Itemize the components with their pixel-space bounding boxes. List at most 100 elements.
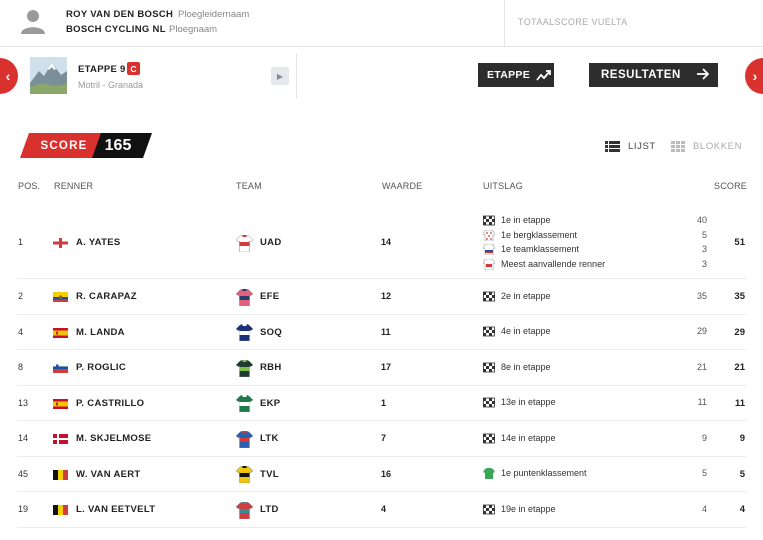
rider-value: 12 xyxy=(381,291,392,301)
rider-name[interactable]: L. VAN EETVELT xyxy=(76,504,155,515)
manager-header: ROY VAN DEN BOSCH Ploegleidernaam BOSCH … xyxy=(0,0,763,47)
rider-value: 16 xyxy=(381,468,392,479)
table-row[interactable]: 45 W. VAN AERT TVL 16 1e puntenklassement … xyxy=(17,457,746,492)
stage-title: ETAPPE 9 xyxy=(78,64,126,75)
rider-score: 29 xyxy=(734,326,745,338)
team-code: UAD xyxy=(260,237,282,248)
manager-name-label: Ploegleidernaam xyxy=(178,9,250,20)
rider-name[interactable]: M. LANDA xyxy=(76,327,125,338)
stage-select-button[interactable]: ▶ xyxy=(271,67,289,85)
rider-position: 19 xyxy=(18,504,29,514)
table-row[interactable]: 8 P. ROGLIC RBH 17 8e in etappe 21 21 xyxy=(17,350,746,386)
score-value: 165 xyxy=(92,133,152,158)
table-row[interactable]: 13 P. CASTRILLO EKP 1 13e in etappe 11 11 xyxy=(17,386,746,421)
rider-position: 4 xyxy=(18,326,24,337)
view-blocks-label: BLOKKEN xyxy=(693,141,743,152)
combative-jersey-icon xyxy=(483,258,495,270)
list-icon xyxy=(605,141,620,152)
total-score-label: TOTAALSCORE VUELTA xyxy=(518,17,628,27)
col-rider: RENNER xyxy=(54,181,94,191)
score-label: SCORE xyxy=(20,133,104,158)
team-jersey-icon xyxy=(236,234,253,252)
table-row[interactable]: 19 L. VAN EETVELT LTD 4 19e in etappe 4 4 xyxy=(17,492,746,528)
result-points: 3 xyxy=(701,244,707,254)
stage-divider xyxy=(296,53,297,99)
team-code: TVL xyxy=(260,468,279,480)
spain-flag-icon xyxy=(53,327,68,338)
team-jersey-icon xyxy=(236,430,253,448)
team-code: EFE xyxy=(260,291,280,302)
result-line: 13e in etappe 11 xyxy=(483,396,707,409)
rider-name[interactable]: P. CASTRILLO xyxy=(76,398,144,409)
stage-type-badge: C xyxy=(127,62,140,75)
checkered-flag-icon xyxy=(483,326,495,337)
result-text: 13e in etappe xyxy=(501,397,556,408)
result-text: 1e in etappe xyxy=(501,215,551,225)
table-row[interactable]: 4 M. LANDA SOQ 11 4e in etappe 29 29 xyxy=(17,315,746,350)
rider-score: 35 xyxy=(734,291,745,302)
results-button[interactable]: RESULTATEN xyxy=(589,63,718,87)
denmark-flag-icon xyxy=(53,434,68,444)
etappe-button-label: ETAPPE xyxy=(487,69,531,81)
mountain-stage-icon xyxy=(30,57,67,94)
result-line: 1e bergklassement 5 xyxy=(483,229,707,242)
checkered-flag-icon xyxy=(483,362,495,373)
spain-flag-icon xyxy=(53,398,68,409)
grid-icon xyxy=(671,141,685,152)
rider-score: 21 xyxy=(734,362,745,373)
result-text: Meest aanvallende renner xyxy=(501,258,606,269)
col-result: UITSLAG xyxy=(483,181,523,191)
previous-stage-button[interactable]: ‹ xyxy=(0,58,18,94)
rider-name[interactable]: P. ROGLIC xyxy=(76,362,126,373)
checkered-flag-icon xyxy=(483,433,495,444)
result-line: 1e puntenklassement 5 xyxy=(483,467,707,480)
next-stage-button[interactable]: › xyxy=(745,58,763,94)
view-list-toggle[interactable]: LIJST xyxy=(605,141,656,152)
rider-name[interactable]: W. VAN AERT xyxy=(76,469,141,480)
ecuador-flag-icon xyxy=(53,292,68,302)
rider-value: 11 xyxy=(381,326,391,337)
checkered-flag-icon xyxy=(483,291,495,302)
arrow-right-icon xyxy=(697,68,710,80)
rider-value: 1 xyxy=(381,397,387,408)
view-list-label: LIJST xyxy=(628,141,656,152)
result-line: 4e in etappe 29 xyxy=(483,325,707,338)
result-line: 1e teamklassement 3 xyxy=(483,243,707,256)
view-blocks-toggle[interactable]: BLOKKEN xyxy=(671,141,742,152)
result-text: 1e puntenklassement xyxy=(501,468,587,479)
rider-position: 14 xyxy=(18,433,29,443)
rider-score: 51 xyxy=(734,237,745,248)
result-points: 40 xyxy=(696,215,707,225)
table-row[interactable]: 14 M. SKJELMOSE LTK 7 14e in etappe 9 9 xyxy=(17,421,746,457)
team-name: BOSCH CYCLING NL xyxy=(66,24,166,35)
team-jersey-icon xyxy=(236,501,253,519)
rider-score: 4 xyxy=(739,504,745,515)
table-row[interactable]: 2 R. CARAPAZ EFE 12 2e in etappe 35 35 xyxy=(17,279,746,315)
team-code: LTD xyxy=(260,504,279,515)
team-jersey-icon xyxy=(236,466,253,483)
col-team: TEAM xyxy=(236,181,262,191)
green-jersey-icon xyxy=(483,468,495,480)
result-line: 19e in etappe 4 xyxy=(483,503,707,516)
result-text: 2e in etappe xyxy=(501,290,551,301)
etappe-button[interactable]: ETAPPE xyxy=(478,63,554,87)
triangle-right-icon: ▶ xyxy=(276,71,284,81)
team-name-label: Ploegnaam xyxy=(169,24,218,35)
col-value: WAARDE xyxy=(382,181,423,191)
result-points: 35 xyxy=(696,290,707,301)
checkered-flag-icon xyxy=(483,504,495,515)
chevron-left-icon: ‹ xyxy=(5,68,11,84)
rider-position: 2 xyxy=(18,291,24,301)
result-points: 4 xyxy=(701,503,707,514)
rider-name[interactable]: R. CARAPAZ xyxy=(76,291,137,302)
table-row[interactable]: 1 A. YATES UAD 14 1e in etappe 40 1e bergk… xyxy=(17,207,746,279)
team-jersey-icon xyxy=(236,395,253,412)
result-points: 9 xyxy=(701,432,707,443)
result-points: 11 xyxy=(697,397,707,408)
chevron-right-icon: › xyxy=(752,68,758,84)
result-text: 19e in etappe xyxy=(501,503,556,514)
stage-bar: ‹ ETAPPE 9 C Motril - Granada ▶ ETAPPE R… xyxy=(0,48,763,104)
rider-name[interactable]: M. SKJELMOSE xyxy=(76,433,151,444)
result-points: 3 xyxy=(701,258,707,269)
rider-name[interactable]: A. YATES xyxy=(76,237,120,248)
